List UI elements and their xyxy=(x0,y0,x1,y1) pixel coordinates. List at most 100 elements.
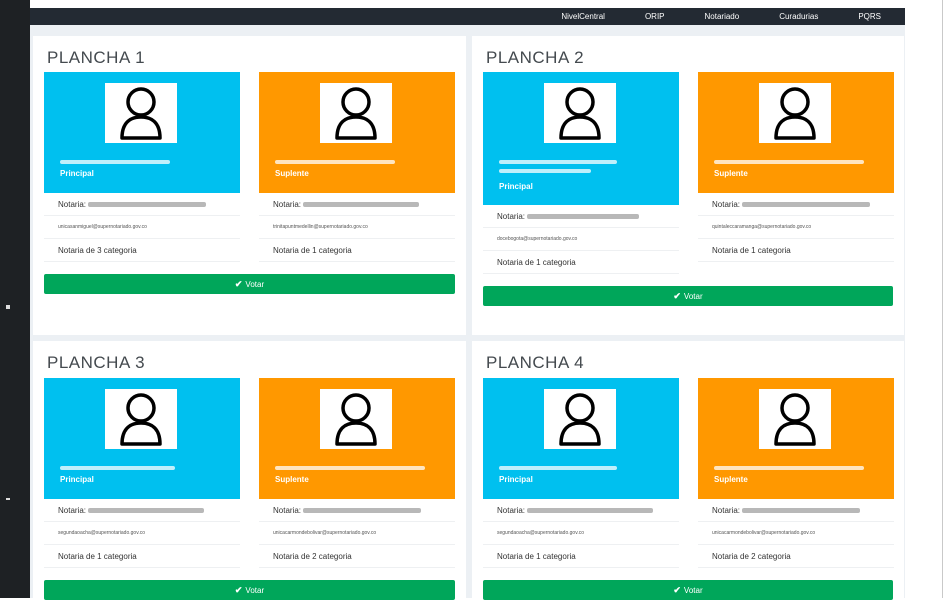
plancha-panel: PLANCHA 4 Principal Notaria: segundaoach… xyxy=(472,341,904,601)
vote-button[interactable]: ✔ Votar xyxy=(44,274,455,294)
check-icon: ✔ xyxy=(234,278,243,289)
candidate-card-suplente: Suplente Notaria: unicacarmondebolivar@s… xyxy=(698,378,894,568)
candidate-category: Notaria de 1 categoria xyxy=(273,245,352,255)
notaria-name-redacted xyxy=(742,507,861,513)
email-row: segundaoacha@supernotariado.gov.co xyxy=(44,522,240,545)
candidate-name-redacted xyxy=(499,160,617,164)
vote-button-label: Votar xyxy=(245,279,265,289)
vote-button[interactable]: ✔ Votar xyxy=(483,580,893,600)
plancha-title: PLANCHA 2 xyxy=(486,48,585,67)
candidate-name-redacted xyxy=(60,466,175,470)
notaria-name-redacted xyxy=(527,507,654,513)
candidate-email: unicasanmiguel@supernotariado.gov.co xyxy=(58,224,147,230)
notaria-label: Notaria: xyxy=(712,505,741,515)
card-header: Suplente xyxy=(698,72,894,193)
nav-item-orip[interactable]: ORIP xyxy=(645,12,665,21)
candidate-category: Notaria de 1 categoria xyxy=(58,551,137,561)
user-silhouette-icon xyxy=(759,83,831,143)
candidate-category: Notaria de 1 categoria xyxy=(712,245,791,255)
check-icon: ✔ xyxy=(673,584,681,595)
user-silhouette-icon xyxy=(759,389,831,449)
candidate-email: segundaoacha@supernotariado.gov.co xyxy=(58,530,145,536)
top-navigation-bar: NivelCentral ORIP Notariado Curadurias P… xyxy=(30,8,905,25)
main-content: PLANCHA 1 Principal Notaria: unicasanmig… xyxy=(30,25,905,601)
candidate-name-redacted xyxy=(275,466,425,470)
category-row: Notaria de 1 categoria xyxy=(483,545,679,568)
email-row: unicacarmondebolivar@supernotariado.gov.… xyxy=(698,522,894,545)
email-row: docebogota@supernotariado.gov.co xyxy=(483,228,679,251)
nav-item-pqrs[interactable]: PQRS xyxy=(858,12,881,21)
plancha-title: PLANCHA 3 xyxy=(47,353,146,372)
candidate-card-principal: Principal Notaria: unicasanmiguel@supern… xyxy=(44,72,240,262)
category-row: Notaria de 1 categoria xyxy=(44,545,240,568)
plancha-title: PLANCHA 1 xyxy=(47,48,146,67)
plancha-panel: PLANCHA 2 Principal Notaria: docebogota@… xyxy=(472,36,904,335)
email-row: segundaoacha@supernotariado.gov.co xyxy=(483,522,679,545)
candidate-category: Notaria de 1 categoria xyxy=(497,257,576,267)
card-header: Principal xyxy=(483,72,679,205)
candidate-email: unicacarmondebolivar@supernotariado.gov.… xyxy=(712,530,816,536)
candidate-category: Notaria de 2 categoria xyxy=(273,551,352,561)
nav-item-notariado[interactable]: Notariado xyxy=(705,12,740,21)
candidate-name-redacted xyxy=(714,160,864,164)
notaria-row: Notaria: xyxy=(483,205,679,228)
card-header: Principal xyxy=(44,72,240,193)
notaria-name-redacted xyxy=(303,507,422,513)
candidate-card-suplente: Suplente Notaria: quintaleccaramanga@sup… xyxy=(698,72,894,262)
user-silhouette-icon xyxy=(320,389,392,449)
candidate-name-redacted xyxy=(60,160,170,164)
check-icon: ✔ xyxy=(673,290,681,301)
user-silhouette-icon xyxy=(544,389,616,449)
plancha-title: PLANCHA 4 xyxy=(486,353,585,372)
card-header: Suplente xyxy=(259,378,455,499)
candidate-card-suplente: Suplente Notaria: trinitapuntmedellin@su… xyxy=(259,72,455,262)
left-sidebar-strip xyxy=(0,0,30,598)
plancha-panel: PLANCHA 1 Principal Notaria: unicasanmig… xyxy=(33,36,466,335)
candidate-category: Notaria de 3 categoria xyxy=(58,245,137,255)
nav-item-nivelcentral[interactable]: NivelCentral xyxy=(561,12,605,21)
notaria-row: Notaria: xyxy=(483,499,679,522)
candidate-card-principal: Principal Notaria: segundaoacha@supernot… xyxy=(44,378,240,568)
candidate-role: Principal xyxy=(60,169,94,178)
candidate-role: Suplente xyxy=(714,475,748,484)
candidate-name-redacted xyxy=(275,160,395,164)
vote-button[interactable]: ✔ Votar xyxy=(483,286,893,306)
notaria-name-redacted xyxy=(527,213,640,219)
notaria-row: Notaria: xyxy=(698,193,894,216)
candidate-role: Principal xyxy=(499,182,533,191)
email-row: unicacarmondebolivar@supernotariado.gov.… xyxy=(259,522,455,545)
sidebar-marker xyxy=(6,305,10,309)
candidate-email: quintaleccaramanga@supernotariado.gov.co xyxy=(712,224,812,230)
email-row: trinitapuntmedellin@supernotariado.gov.c… xyxy=(259,216,455,239)
candidate-name-redacted xyxy=(499,466,617,470)
notaria-row: Notaria: xyxy=(259,499,455,522)
vote-button[interactable]: ✔ Votar xyxy=(44,580,455,600)
candidate-name-redacted xyxy=(499,169,591,173)
scroll-edge xyxy=(942,0,943,598)
card-header: Suplente xyxy=(698,378,894,499)
notaria-row: Notaria: xyxy=(44,499,240,522)
nav-item-curadurias[interactable]: Curadurias xyxy=(779,12,818,21)
check-icon: ✔ xyxy=(234,584,243,595)
notaria-label: Notaria: xyxy=(58,505,87,515)
email-row: unicasanmiguel@supernotariado.gov.co xyxy=(44,216,240,239)
vote-button-label: Votar xyxy=(245,585,265,595)
notaria-label: Notaria: xyxy=(497,211,526,221)
user-silhouette-icon xyxy=(105,83,177,143)
notaria-row: Notaria: xyxy=(259,193,455,216)
plancha-panel: PLANCHA 3 Principal Notaria: segundaoach… xyxy=(33,341,466,601)
candidate-email: trinitapuntmedellin@supernotariado.gov.c… xyxy=(273,224,368,230)
candidate-category: Notaria de 1 categoria xyxy=(497,551,576,561)
notaria-label: Notaria: xyxy=(273,199,302,209)
nav-menu: NivelCentral ORIP Notariado Curadurias P… xyxy=(521,8,881,25)
card-header: Principal xyxy=(44,378,240,499)
category-row: Notaria de 3 categoria xyxy=(44,239,240,262)
notaria-name-redacted xyxy=(742,201,871,207)
candidate-role: Principal xyxy=(499,475,533,484)
candidate-email: unicacarmondebolivar@supernotariado.gov.… xyxy=(273,530,377,536)
candidate-name-redacted xyxy=(714,466,864,470)
candidate-email: segundaoacha@supernotariado.gov.co xyxy=(497,530,584,536)
right-margin xyxy=(905,0,945,598)
notaria-label: Notaria: xyxy=(273,505,302,515)
vote-button-label: Votar xyxy=(683,291,703,301)
